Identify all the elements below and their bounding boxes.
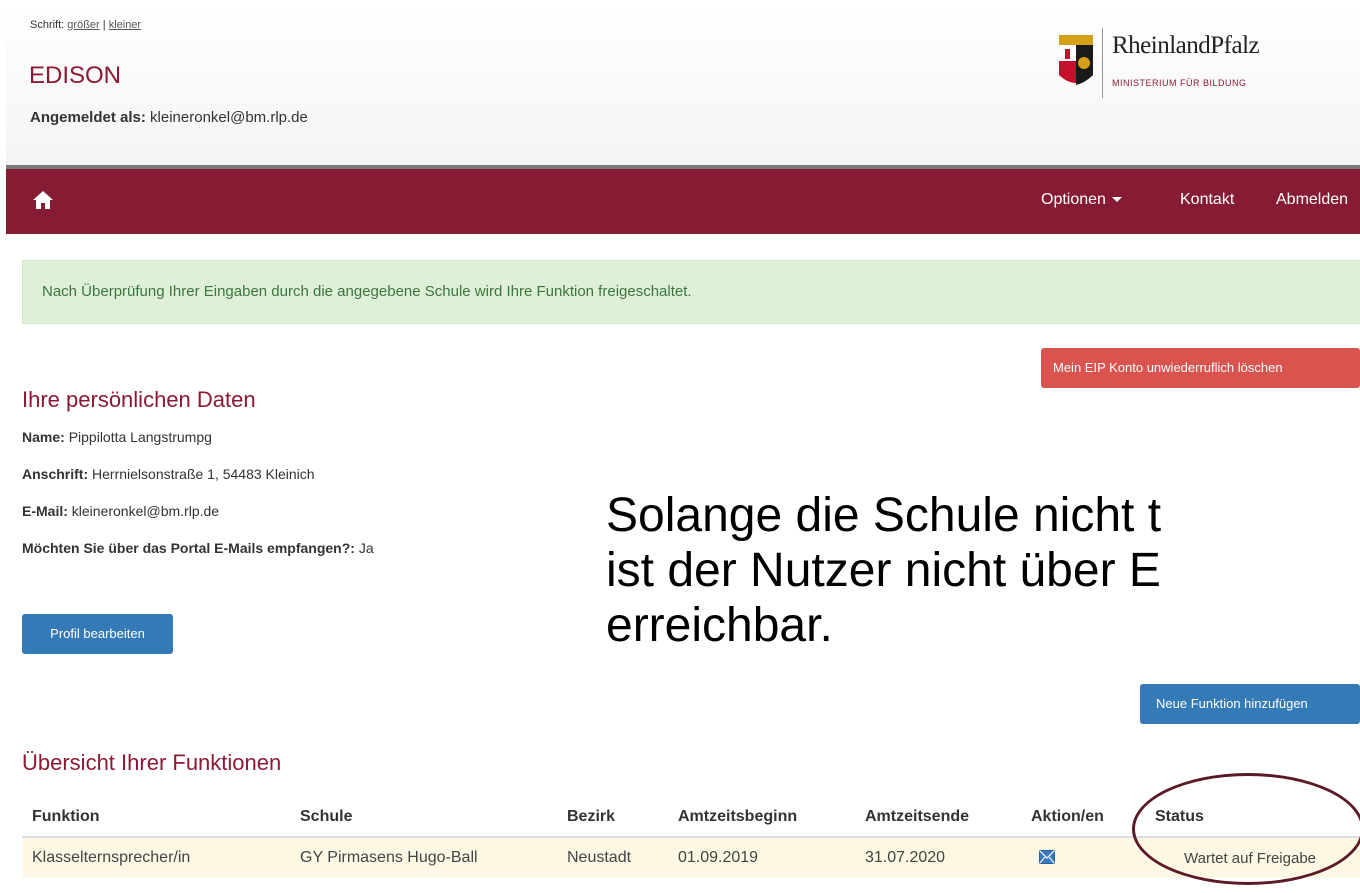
address-value: Herrnielsonstraße 1, 54483 Kleinich [92,466,315,482]
app-title[interactable]: EDISON [29,62,121,90]
home-icon[interactable] [32,189,54,211]
logo-title: RheinlandPfalz [1112,32,1260,59]
logo-subtitle: MINISTERIUM FÜR BILDUNG [1112,78,1247,88]
cell-school: GY Pirmasens Hugo-Ball [300,849,478,866]
annotation-line-3: erreichbar. [606,599,833,652]
cell-function: Klasselternsprecher/in [32,849,191,866]
font-smaller-link[interactable]: kleiner [109,19,141,31]
name-value: Pippilotta Langstrumpg [68,429,212,445]
address-label: Anschrift: [22,466,89,482]
edit-profile-button[interactable]: Profil bearbeiten [22,614,173,654]
caret-down-icon [1111,197,1122,203]
table-header-start: Amtzeitsbeginn [678,808,798,825]
mail-preference-label: Möchten Sie über das Portal E-Mails empf… [22,540,355,556]
options-label: Optionen [1041,191,1106,208]
table-header-function: Funktion [32,808,100,825]
cell-end: 31.07.2020 [865,849,946,866]
font-bigger-link[interactable]: größer [67,19,99,31]
cell-start: 01.09.2019 [678,849,759,866]
nav-logout-link[interactable]: Abmelden [1276,191,1348,209]
table-header-school: Schule [300,808,353,825]
envelope-icon[interactable] [1039,850,1055,864]
email-value: kleineronkel@bm.rlp.de [71,503,220,519]
annotation-text: Solange die Schule nicht t ist der Nutze… [606,488,1161,653]
success-alert: Nach Überprüfung Ihrer Eingaben durch di… [22,260,1360,324]
annotation-line-1: Solange die Schule nicht t [606,489,1162,542]
table-header-district: Bezirk [567,808,616,825]
address-row: Anschrift: Herrnielsonstraße 1, 54483 Kl… [22,466,315,482]
font-size-separator: | [99,19,109,31]
font-size-label: Schrift: [30,19,65,31]
table-header-end: Amtzeitsende [865,808,970,825]
options-menu[interactable]: Optionen [1041,191,1122,209]
delete-account-button[interactable]: Mein EIP Konto unwiederruflich löschen [1041,348,1360,388]
table-header-actions: Aktion/en [1031,808,1104,825]
font-size-switch: Schrift: größer | kleiner [30,19,141,31]
logged-in-label: Angemeldet als: [30,109,146,126]
logged-in-email: kleineronkel@bm.rlp.de [150,109,308,126]
email-row: E-Mail: kleineronkel@bm.rlp.de [22,503,219,519]
functions-title: Übersicht Ihrer Funktionen [22,750,282,775]
name-label: Name: [22,429,65,445]
add-function-button[interactable]: Neue Funktion hinzufügen [1140,684,1360,724]
personal-data-title: Ihre persönlichen Daten [22,387,256,412]
status-highlight-circle [1132,773,1360,885]
cell-district: Neustadt [567,849,632,866]
logo-divider [1102,28,1103,98]
nav-contact-link[interactable]: Kontakt [1180,191,1234,209]
alert-text: Nach Überprüfung Ihrer Eingaben durch di… [42,283,692,300]
email-label: E-Mail: [22,503,68,519]
logged-in-info: Angemeldet als: kleineronkel@bm.rlp.de [30,109,308,126]
mail-preference-value: Ja [358,540,374,556]
mail-preference-row: Möchten Sie über das Portal E-Mails empf… [22,540,374,556]
name-row: Name: Pippilotta Langstrumpg [22,429,212,445]
main-navbar: Optionen Kontakt Abmelden [6,169,1360,234]
annotation-line-2: ist der Nutzer nicht über E [606,544,1161,597]
